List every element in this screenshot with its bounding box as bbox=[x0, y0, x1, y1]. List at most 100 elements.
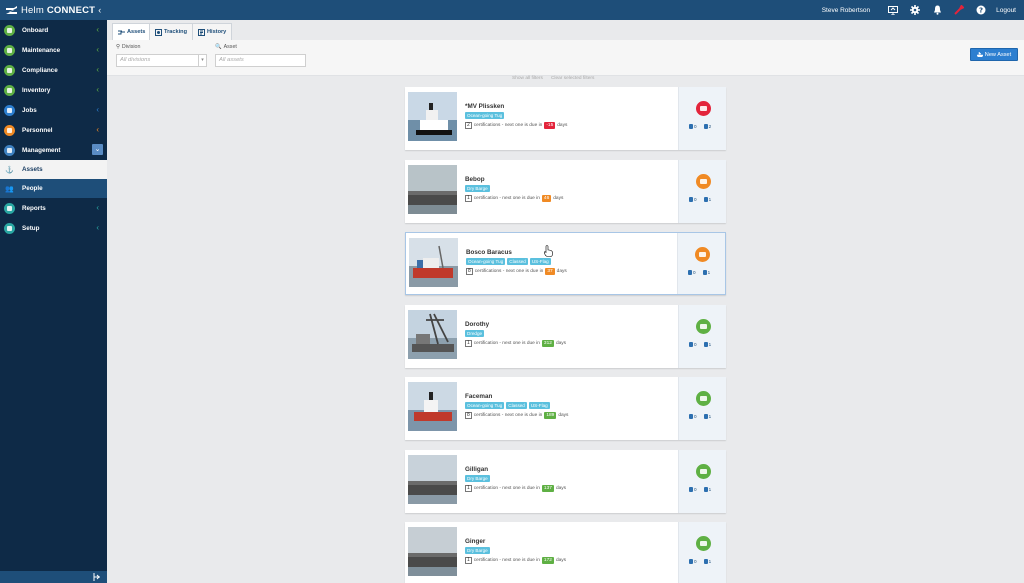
chevron-left-icon: ‹ bbox=[96, 105, 99, 114]
maintenance-icon bbox=[4, 44, 15, 56]
sidebar-footer bbox=[0, 571, 107, 583]
asset-card[interactable]: *MV Plissken Ocean-going Tug 2 certificatio… bbox=[405, 87, 726, 150]
document-count[interactable]: 1 bbox=[703, 559, 711, 564]
tracking-tab-icon bbox=[155, 28, 162, 36]
asset-thumbnail[interactable] bbox=[408, 454, 457, 504]
document-count[interactable]: 1 bbox=[702, 270, 710, 275]
sidebar-item-maintenance[interactable]: Maintenance ‹ bbox=[0, 40, 107, 60]
document-count[interactable]: 1 bbox=[703, 341, 711, 347]
document-count[interactable]: 1 bbox=[703, 486, 711, 492]
tab-history[interactable]: History bbox=[192, 23, 233, 40]
document-count[interactable]: 2 bbox=[703, 124, 711, 129]
asset-card[interactable]: Dorothy Dredge 1 certification - next one i… bbox=[405, 304, 726, 368]
tab-assets[interactable]: Assets bbox=[112, 23, 152, 40]
clear-filters-link[interactable]: Clear selected filters bbox=[551, 76, 594, 81]
sidebar-item-jobs[interactable]: Jobs ‹ bbox=[0, 100, 107, 120]
asset-side-panel: 01 bbox=[678, 522, 726, 583]
calendar-count[interactable]: 0 bbox=[688, 270, 696, 275]
due-days-badge: -15 bbox=[544, 122, 556, 129]
asset-card[interactable]: Bosco Baracus Ocean-going Tug Classed US-Fl… bbox=[405, 232, 726, 295]
show-all-filters-link[interactable]: Show all filters bbox=[512, 76, 543, 81]
help-icon[interactable]: ? bbox=[970, 0, 992, 20]
division-select[interactable]: All divisions ▾ bbox=[116, 54, 207, 67]
certification-summary: 1 certification - next one is due in 137 da… bbox=[465, 484, 566, 492]
calendar-count[interactable]: 0 bbox=[689, 341, 697, 347]
days-label: days bbox=[553, 195, 564, 201]
collapse-sidebar-icon[interactable] bbox=[93, 573, 101, 581]
status-indicator-icon[interactable] bbox=[696, 463, 711, 479]
sidebar-item-onboard[interactable]: Onboard ‹ bbox=[0, 20, 107, 40]
tab-bar: Assets Tracking History bbox=[107, 20, 1024, 40]
asset-thumbnail[interactable] bbox=[408, 92, 457, 141]
status-indicator-icon[interactable] bbox=[695, 247, 710, 262]
asset-thumbnail[interactable] bbox=[408, 382, 457, 431]
chevron-left-icon: ‹ bbox=[96, 125, 99, 134]
asset-name[interactable]: Bebop bbox=[465, 176, 485, 183]
asset-name[interactable]: Ginger bbox=[465, 538, 485, 545]
calendar-icon bbox=[689, 124, 693, 129]
asset-search-input[interactable]: All assets bbox=[215, 54, 306, 67]
asset-thumbnail[interactable] bbox=[408, 527, 457, 576]
user-name[interactable]: Steve Robertson bbox=[822, 7, 870, 14]
sidebar-sub-assets[interactable]: ⚓ Assets bbox=[0, 160, 107, 179]
asset-card[interactable]: Faceman Ocean-going Tug Classed US-Flag 8 cer… bbox=[405, 377, 726, 440]
sidebar-item-inventory[interactable]: Inventory ‹ bbox=[0, 80, 107, 100]
clipboard-icon bbox=[703, 414, 708, 419]
division-icon: ⚲ bbox=[116, 44, 120, 50]
asset-thumbnail[interactable] bbox=[408, 309, 457, 359]
calendar-count[interactable]: 0 bbox=[689, 486, 697, 492]
bell-icon[interactable] bbox=[926, 0, 948, 20]
calendar-count[interactable]: 0 bbox=[689, 559, 697, 564]
sidebar-item-reports[interactable]: Reports ‹ bbox=[0, 198, 107, 218]
status-indicator-icon[interactable] bbox=[696, 391, 711, 406]
asset-side-panel: 01 bbox=[678, 449, 726, 513]
new-asset-button[interactable]: New Asset bbox=[970, 48, 1018, 61]
status-indicator-icon[interactable] bbox=[696, 173, 711, 189]
asset-card[interactable]: Bebop Dry Barge 1 certification - next one … bbox=[405, 159, 726, 223]
chevron-left-icon: ‹ bbox=[96, 223, 99, 232]
certification-count: 8 bbox=[466, 268, 473, 275]
collapse-menu-icon[interactable]: ‹ bbox=[98, 5, 101, 15]
division-label: ⚲ Division bbox=[116, 44, 141, 50]
calendar-count[interactable]: 0 bbox=[689, 124, 697, 129]
chevron-left-icon: ‹ bbox=[96, 45, 99, 54]
chevron-left-icon: ‹ bbox=[96, 65, 99, 74]
calendar-count[interactable]: 0 bbox=[689, 196, 697, 202]
sidebar-item-personnel[interactable]: Personnel ‹ bbox=[0, 120, 107, 140]
asset-name[interactable]: Bosco Baracus bbox=[466, 249, 512, 256]
asset-card[interactable]: Ginger Dry Barge 1 certification - next one… bbox=[405, 522, 726, 583]
setup-icon bbox=[4, 222, 15, 234]
logout-link[interactable]: Logout bbox=[996, 7, 1016, 14]
sidebar-item-compliance[interactable]: Compliance ‹ bbox=[0, 60, 107, 80]
sidebar-sub-people[interactable]: 👥 People bbox=[0, 179, 107, 198]
certification-summary: 1 certification - next one is due in 172 da… bbox=[465, 557, 566, 564]
document-count[interactable]: 1 bbox=[703, 196, 711, 202]
history-tab-icon bbox=[198, 28, 205, 36]
asset-thumbnail[interactable] bbox=[408, 164, 457, 214]
calendar-count[interactable]: 0 bbox=[689, 414, 697, 419]
status-indicator-icon[interactable] bbox=[696, 101, 711, 116]
status-indicator-icon[interactable] bbox=[696, 536, 711, 551]
document-count[interactable]: 1 bbox=[703, 414, 711, 419]
asset-side-panel: 01 bbox=[677, 233, 725, 294]
asset-name[interactable]: Gilligan bbox=[465, 466, 488, 473]
due-days-badge: 189 bbox=[544, 412, 557, 419]
asset-name[interactable]: Faceman bbox=[465, 393, 492, 400]
sidebar-item-setup[interactable]: Setup ‹ bbox=[0, 218, 107, 238]
tab-tracking[interactable]: Tracking bbox=[149, 23, 194, 40]
asset-tags: Dredge bbox=[465, 329, 485, 337]
asset-card[interactable]: Gilligan Dry Barge 1 certification - next o… bbox=[405, 449, 726, 513]
wrench-icon[interactable] bbox=[948, 0, 970, 20]
gear-icon[interactable] bbox=[904, 0, 926, 20]
asset-name[interactable]: Dorothy bbox=[465, 321, 489, 328]
personnel-icon bbox=[4, 124, 15, 136]
chevron-down-icon[interactable]: ⌄ bbox=[92, 144, 103, 155]
asset-thumbnail[interactable] bbox=[409, 238, 458, 287]
clipboard-icon bbox=[703, 196, 708, 202]
logo[interactable]: Helm CONNECT ‹ bbox=[0, 0, 107, 20]
filter-bar: ⚲ Division All divisions ▾ 🔍 Asset All a… bbox=[107, 40, 1024, 76]
sidebar-item-management[interactable]: Management ⌄ bbox=[0, 140, 107, 160]
status-indicator-icon[interactable] bbox=[696, 318, 711, 334]
asset-name[interactable]: *MV Plissken bbox=[465, 103, 504, 110]
presentation-icon[interactable] bbox=[882, 0, 904, 20]
